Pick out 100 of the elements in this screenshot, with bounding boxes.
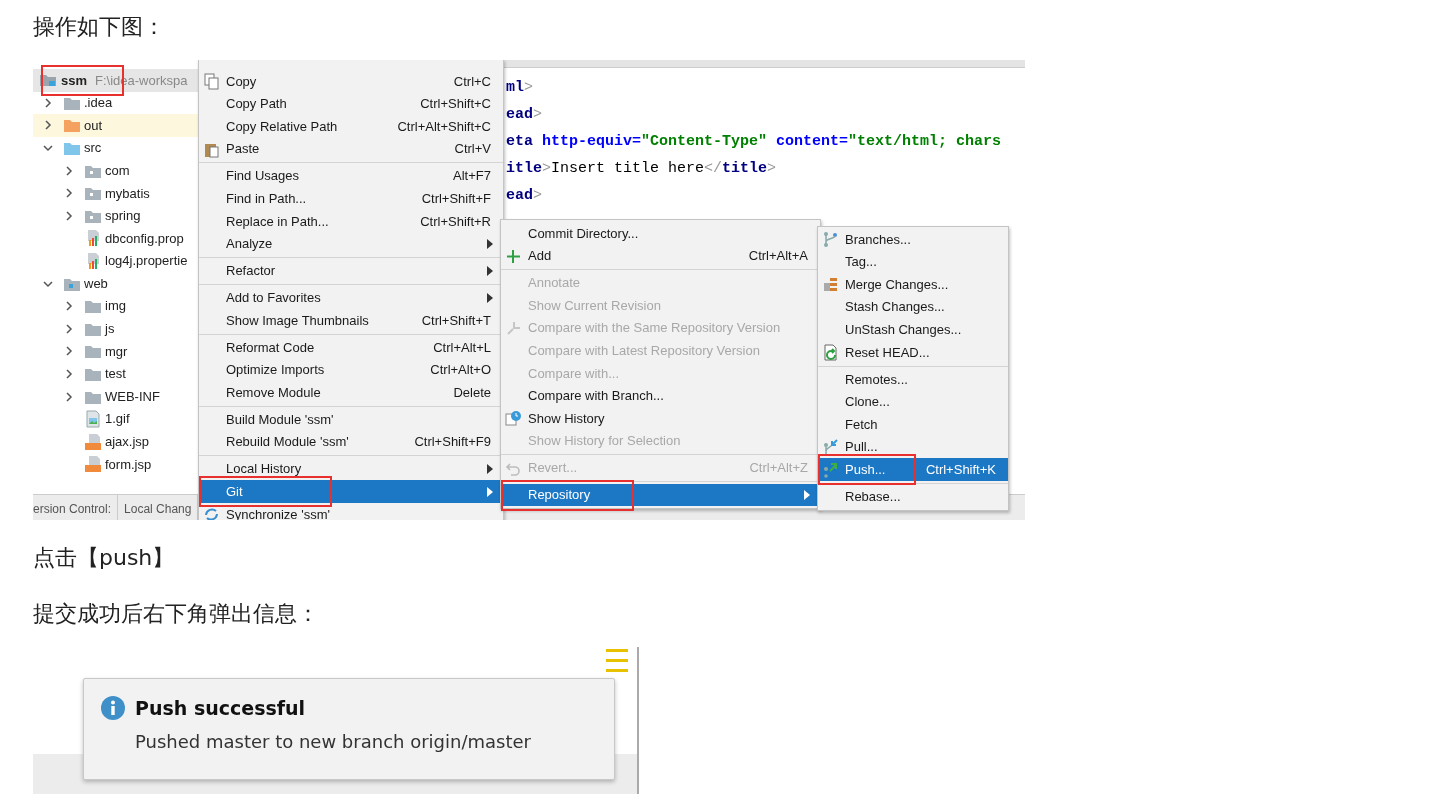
tree-item[interactable]: form.jsp [33,453,200,476]
sync-icon [203,506,220,520]
tool-window-tab[interactable]: ersion Control: [33,495,119,520]
menu-item[interactable]: Fetch [818,413,1008,436]
code-line: ead> [506,186,544,206]
menu-item[interactable]: Paste Ctrl+V [199,137,503,161]
arrows-icon [505,319,522,337]
menu-item[interactable]: Copy Relative Path Ctrl+Alt+Shift+C [199,115,503,138]
pull-icon [822,438,839,456]
shortcut-text: Ctrl+Alt+O [430,361,492,380]
folder-icon [84,343,102,360]
menu-item[interactable]: Add Ctrl+Alt+A [501,244,820,268]
shortcut-text: Ctrl+Shift+F9 [414,433,492,452]
history-icon [505,410,522,428]
menu-item[interactable]: Merge Changes... [818,273,1008,296]
menu-item[interactable]: Analyze [199,232,503,256]
plus-icon [505,247,522,265]
menu-item[interactable]: Find Usages Alt+F7 [199,164,503,188]
info-icon [99,694,127,722]
tree-item[interactable]: ajax.jsp [33,430,200,454]
tree-item[interactable]: log4j.propertie [33,249,200,273]
caption-text: 操作如下图： [33,13,166,41]
shortcut-text: Ctrl+Shift+F [421,189,492,208]
tree-item[interactable]: mgr [33,340,200,363]
shortcut-text: Ctrl+Alt+Z [749,459,809,478]
code-line: eta http-equiv="Content-Type" content="text/html; chars [506,132,1002,152]
push-icon [822,461,839,479]
shortcut-text: Ctrl+Shift+K [925,460,997,479]
caption-text: 点击【push】 [33,544,176,572]
menu-item[interactable]: Rebase... [818,485,1008,508]
jsp-file-icon [84,432,102,451]
module-icon [39,72,57,89]
menu-item[interactable]: Repository [501,483,820,507]
folder-icon [84,366,102,382]
menu-item[interactable]: Stash Changes... [818,295,1008,319]
shortcut-text: Ctrl+Shift+R [420,212,492,231]
tree-item[interactable]: spring [33,204,200,228]
shortcut-text: Ctrl+C [453,72,492,91]
tree-item[interactable]: web [33,272,200,295]
shortcut-text: Ctrl+Alt+L [433,338,492,357]
menu-item[interactable]: Build Module 'ssm' [199,408,503,431]
tree-item[interactable]: src [33,136,200,160]
menu-item[interactable]: Pull... [818,435,1008,459]
tree-item[interactable]: WEB-INF [33,385,200,408]
shortcut-text: Ctrl+Shift+C [420,95,492,114]
menu-item[interactable]: Refactor [199,259,503,283]
reset-icon [822,343,839,361]
notification-message: Pushed master to new branch origin/master [135,730,532,754]
shortcut-text: Ctrl+Shift+T [421,311,492,330]
tree-item[interactable]: mybatis [33,181,200,205]
folder-icon [63,140,81,157]
menu-item[interactable]: Reformat Code Ctrl+Alt+L [199,336,503,359]
shortcut-text: Alt+F7 [453,167,492,186]
merge-icon [822,276,839,294]
code-line: itle>Insert title here</title> [506,159,778,179]
copy-icon [203,73,220,90]
jsp-file-icon [84,455,102,474]
tree-item[interactable]: com [33,159,200,182]
tree-item-label: ssm [61,71,88,90]
menu-item[interactable]: Show History [501,407,820,430]
image-file-icon [84,410,102,429]
tree-item[interactable]: 1.gif [33,407,200,431]
shortcut-text: Ctrl+Alt+Shift+C [397,117,492,136]
menu-item[interactable]: Copy Path Ctrl+Shift+C [199,92,503,116]
menu-item[interactable]: Branches... [818,228,1008,251]
menu-item[interactable]: Clone... [818,390,1008,414]
folder-icon [84,185,102,202]
menu-item[interactable]: Replace in Path... Ctrl+Shift+R [199,209,503,233]
menu-item[interactable]: Find in Path... Ctrl+Shift+F [199,187,503,210]
menu-item[interactable]: Add to Favorites [199,286,503,310]
tree-item[interactable]: test [33,362,200,386]
shortcut-text: Ctrl+V [454,140,492,159]
shortcut-text: Ctrl+Alt+A [748,247,809,266]
tree-item[interactable]: dbconfig.prop [33,227,200,250]
shortcut-text: Delete [453,383,492,402]
menu-item[interactable]: Remove Module Delete [199,381,503,404]
menu-item[interactable]: Remotes... [818,367,1008,391]
menu-item[interactable]: Reset HEAD... [818,340,1008,364]
folder-icon [84,298,102,315]
menu-item[interactable]: Local History [199,457,503,481]
menu-item[interactable]: Commit Directory... [501,222,820,245]
menu-item[interactable]: Optimize Imports Ctrl+Alt+O [199,358,503,382]
code-line: ead> [506,105,544,125]
notification-title: Push successful [135,696,306,721]
menu-item[interactable]: Git [199,480,503,504]
tree-item[interactable]: js [33,317,200,341]
menu-item[interactable]: Compare with Branch... [501,384,820,408]
menu-item[interactable]: Show Image Thumbnails Ctrl+Shift+T [199,309,503,332]
menu-item[interactable]: Copy Ctrl+C [199,70,503,93]
tree-item[interactable]: .idea [33,91,200,115]
menu-item[interactable]: Rebuild Module 'ssm' Ctrl+Shift+F9 [199,430,503,454]
lines-icon [604,649,628,673]
tree-item[interactable]: img [33,294,200,318]
branch-icon [822,231,839,248]
caption-text: 提交成功后右下角弹出信息： [33,600,320,628]
menu-item[interactable]: Push... Ctrl+Shift+K [818,458,1008,481]
folder-icon [63,117,81,134]
menu-item[interactable]: Tag... [818,250,1008,274]
code-line: ml> [506,78,535,98]
menu-item[interactable]: UnStash Changes... [818,318,1008,341]
